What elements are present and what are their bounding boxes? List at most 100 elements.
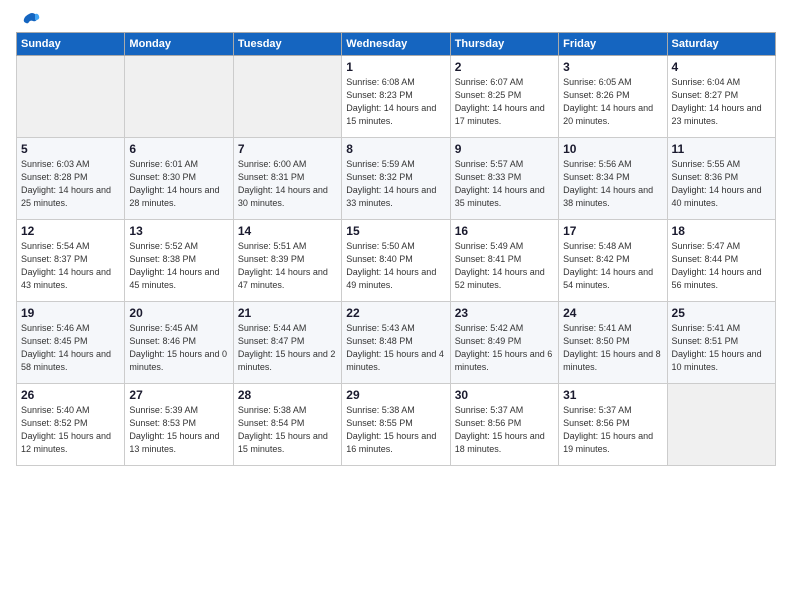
day-cell: 7 Sunrise: 6:00 AM Sunset: 8:31 PM Daylig…: [233, 138, 341, 220]
day-cell: [125, 56, 233, 138]
day-cell: [17, 56, 125, 138]
day-number: 24: [563, 306, 662, 320]
day-number: 27: [129, 388, 228, 402]
day-cell: 4 Sunrise: 6:04 AM Sunset: 8:27 PM Daylig…: [667, 56, 775, 138]
day-number: 31: [563, 388, 662, 402]
week-row-4: 19 Sunrise: 5:46 AM Sunset: 8:45 PM Dayli…: [17, 302, 776, 384]
day-info: Sunrise: 5:49 AM Sunset: 8:41 PM Dayligh…: [455, 240, 554, 292]
day-cell: 25Sunrise: 5:41 AM Sunset: 8:51 PM Dayli…: [667, 302, 775, 384]
day-cell: 10 Sunrise: 5:56 AM Sunset: 8:34 PM Dayli…: [559, 138, 667, 220]
day-info: Sunrise: 5:59 AM Sunset: 8:32 PM Dayligh…: [346, 158, 445, 210]
day-number: 15: [346, 224, 445, 238]
day-cell: 29 Sunrise: 5:38 AM Sunset: 8:55 PM Dayli…: [342, 384, 450, 466]
day-number: 12: [21, 224, 120, 238]
day-info: Sunrise: 5:37 AM Sunset: 8:56 PM Dayligh…: [563, 404, 662, 456]
day-info: Sunrise: 5:54 AM Sunset: 8:37 PM Dayligh…: [21, 240, 120, 292]
day-cell: 18 Sunrise: 5:47 AM Sunset: 8:44 PM Dayli…: [667, 220, 775, 302]
col-header-saturday: Saturday: [667, 33, 775, 56]
day-cell: 1 Sunrise: 6:08 AM Sunset: 8:23 PM Daylig…: [342, 56, 450, 138]
day-info: Sunrise: 5:39 AM Sunset: 8:53 PM Dayligh…: [129, 404, 228, 456]
day-number: 23: [455, 306, 554, 320]
header: [16, 12, 776, 24]
day-number: 2: [455, 60, 554, 74]
day-info: Sunrise: 6:05 AM Sunset: 8:26 PM Dayligh…: [563, 76, 662, 128]
day-cell: 5 Sunrise: 6:03 AM Sunset: 8:28 PM Daylig…: [17, 138, 125, 220]
day-cell: 15 Sunrise: 5:50 AM Sunset: 8:40 PM Dayli…: [342, 220, 450, 302]
week-row-3: 12 Sunrise: 5:54 AM Sunset: 8:37 PM Dayli…: [17, 220, 776, 302]
day-cell: 3 Sunrise: 6:05 AM Sunset: 8:26 PM Daylig…: [559, 56, 667, 138]
day-cell: 6 Sunrise: 6:01 AM Sunset: 8:30 PM Daylig…: [125, 138, 233, 220]
day-info: Sunrise: 5:52 AM Sunset: 8:38 PM Dayligh…: [129, 240, 228, 292]
day-info: Sunrise: 5:38 AM Sunset: 8:55 PM Dayligh…: [346, 404, 445, 456]
col-header-wednesday: Wednesday: [342, 33, 450, 56]
day-number: 9: [455, 142, 554, 156]
day-number: 16: [455, 224, 554, 238]
day-cell: 31 Sunrise: 5:37 AM Sunset: 8:56 PM Dayli…: [559, 384, 667, 466]
day-cell: 23 Sunrise: 5:42 AM Sunset: 8:49 PM Dayli…: [450, 302, 558, 384]
day-info: Sunrise: 5:46 AM Sunset: 8:45 PM Dayligh…: [21, 322, 120, 374]
day-info: Sunrise: 5:47 AM Sunset: 8:44 PM Dayligh…: [672, 240, 771, 292]
day-cell: 27 Sunrise: 5:39 AM Sunset: 8:53 PM Dayli…: [125, 384, 233, 466]
day-cell: [233, 56, 341, 138]
day-info: Sunrise: 5:50 AM Sunset: 8:40 PM Dayligh…: [346, 240, 445, 292]
day-number: 6: [129, 142, 228, 156]
day-info: Sunrise: 5:44 AM Sunset: 8:47 PM Dayligh…: [238, 322, 337, 374]
col-header-tuesday: Tuesday: [233, 33, 341, 56]
day-number: 10: [563, 142, 662, 156]
day-cell: 16 Sunrise: 5:49 AM Sunset: 8:41 PM Dayli…: [450, 220, 558, 302]
day-cell: 8 Sunrise: 5:59 AM Sunset: 8:32 PM Daylig…: [342, 138, 450, 220]
day-info: Sunrise: 5:55 AM Sunset: 8:36 PM Dayligh…: [672, 158, 771, 210]
day-info: Sunrise: 5:41 AM Sunset: 8:50 PM Dayligh…: [563, 322, 662, 374]
logo-flag-icon: [18, 12, 40, 28]
day-number: 30: [455, 388, 554, 402]
day-cell: 30 Sunrise: 5:37 AM Sunset: 8:56 PM Dayli…: [450, 384, 558, 466]
day-cell: 26 Sunrise: 5:40 AM Sunset: 8:52 PM Dayli…: [17, 384, 125, 466]
day-info: Sunrise: 5:45 AM Sunset: 8:46 PM Dayligh…: [129, 322, 228, 374]
day-info: Sunrise: 6:03 AM Sunset: 8:28 PM Dayligh…: [21, 158, 120, 210]
day-number: 19: [21, 306, 120, 320]
day-number: 25: [672, 306, 771, 320]
day-cell: 2Sunrise: 6:07 AM Sunset: 8:25 PM Daylig…: [450, 56, 558, 138]
day-number: 26: [21, 388, 120, 402]
day-info: Sunrise: 5:43 AM Sunset: 8:48 PM Dayligh…: [346, 322, 445, 374]
day-info: Sunrise: 5:42 AM Sunset: 8:49 PM Dayligh…: [455, 322, 554, 374]
day-cell: 17Sunrise: 5:48 AM Sunset: 8:42 PM Dayli…: [559, 220, 667, 302]
day-cell: 28Sunrise: 5:38 AM Sunset: 8:54 PM Dayli…: [233, 384, 341, 466]
day-info: Sunrise: 5:37 AM Sunset: 8:56 PM Dayligh…: [455, 404, 554, 456]
day-info: Sunrise: 6:04 AM Sunset: 8:27 PM Dayligh…: [672, 76, 771, 128]
week-row-1: 1 Sunrise: 6:08 AM Sunset: 8:23 PM Daylig…: [17, 56, 776, 138]
day-cell: 9Sunrise: 5:57 AM Sunset: 8:33 PM Daylig…: [450, 138, 558, 220]
day-info: Sunrise: 6:08 AM Sunset: 8:23 PM Dayligh…: [346, 76, 445, 128]
col-header-friday: Friday: [559, 33, 667, 56]
day-number: 29: [346, 388, 445, 402]
logo: [16, 12, 40, 24]
day-info: Sunrise: 5:40 AM Sunset: 8:52 PM Dayligh…: [21, 404, 120, 456]
day-number: 1: [346, 60, 445, 74]
col-header-thursday: Thursday: [450, 33, 558, 56]
day-cell: 14Sunrise: 5:51 AM Sunset: 8:39 PM Dayli…: [233, 220, 341, 302]
day-number: 14: [238, 224, 337, 238]
day-info: Sunrise: 6:00 AM Sunset: 8:31 PM Dayligh…: [238, 158, 337, 210]
day-number: 17: [563, 224, 662, 238]
day-info: Sunrise: 5:38 AM Sunset: 8:54 PM Dayligh…: [238, 404, 337, 456]
day-number: 11: [672, 142, 771, 156]
day-info: Sunrise: 6:01 AM Sunset: 8:30 PM Dayligh…: [129, 158, 228, 210]
day-cell: 11 Sunrise: 5:55 AM Sunset: 8:36 PM Dayli…: [667, 138, 775, 220]
day-cell: 13Sunrise: 5:52 AM Sunset: 8:38 PM Dayli…: [125, 220, 233, 302]
col-header-monday: Monday: [125, 33, 233, 56]
day-cell: 24 Sunrise: 5:41 AM Sunset: 8:50 PM Dayli…: [559, 302, 667, 384]
week-row-5: 26 Sunrise: 5:40 AM Sunset: 8:52 PM Dayli…: [17, 384, 776, 466]
day-number: 5: [21, 142, 120, 156]
day-info: Sunrise: 5:56 AM Sunset: 8:34 PM Dayligh…: [563, 158, 662, 210]
day-cell: [667, 384, 775, 466]
day-cell: 21 Sunrise: 5:44 AM Sunset: 8:47 PM Dayli…: [233, 302, 341, 384]
day-number: 4: [672, 60, 771, 74]
day-number: 7: [238, 142, 337, 156]
day-number: 18: [672, 224, 771, 238]
day-number: 3: [563, 60, 662, 74]
day-cell: 20 Sunrise: 5:45 AM Sunset: 8:46 PM Dayli…: [125, 302, 233, 384]
day-number: 21: [238, 306, 337, 320]
day-number: 20: [129, 306, 228, 320]
day-number: 22: [346, 306, 445, 320]
day-number: 8: [346, 142, 445, 156]
